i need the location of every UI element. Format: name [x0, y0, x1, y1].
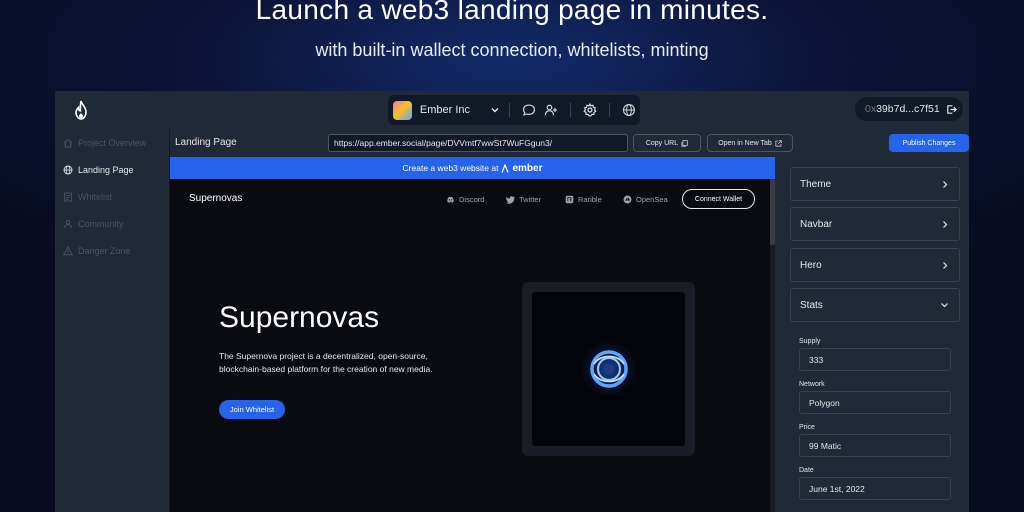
copy-url-label: Copy URL — [645, 139, 679, 147]
copy-url-button[interactable]: Copy URL — [633, 134, 701, 152]
price-label: Price — [799, 424, 815, 431]
gear-icon[interactable] — [583, 103, 597, 117]
chat-icon[interactable] — [522, 103, 536, 117]
date-field[interactable]: June 1st, 2022 — [799, 477, 951, 500]
site-link-discord[interactable]: Discord — [446, 195, 484, 204]
chevron-right-icon — [943, 181, 948, 188]
section-label: Navbar — [800, 218, 833, 230]
sidebar-item-community[interactable]: Community — [55, 210, 169, 237]
join-whitelist-button[interactable]: Join Whitelist — [219, 400, 285, 419]
sidebar-item-project-overview[interactable]: Project Overview — [55, 129, 169, 156]
page-title: Landing Page — [175, 137, 237, 148]
publish-changes-button[interactable]: Publish Changes — [889, 134, 969, 152]
nft-artwork — [532, 292, 685, 446]
section-label: Stats — [800, 299, 823, 311]
preview-scrollbar[interactable] — [770, 179, 775, 512]
sidebar: Project Overview Landing Page Whitelist … — [55, 129, 170, 512]
divider — [509, 103, 511, 117]
supply-field[interactable]: 333 — [799, 348, 951, 371]
banner-brand: ember — [512, 162, 543, 174]
chevron-right-icon — [943, 262, 948, 269]
twitter-icon — [506, 196, 515, 204]
subline: with built-in wallect connection, whitel… — [315, 40, 709, 60]
network-label: Network — [799, 381, 825, 388]
site-link-opensea[interactable]: OpenSea — [623, 195, 668, 204]
top-bar: Ember Inc 0x 39b7d...c7f51 — [55, 91, 969, 129]
scroll-thumb[interactable] — [770, 179, 775, 245]
sidebar-item-label: Landing Page — [78, 164, 134, 175]
opensea-icon — [623, 195, 632, 204]
sidebar-item-label: Danger Zone — [78, 245, 131, 256]
wallet-prefix: 0x — [865, 103, 877, 115]
site-link-label: OpenSea — [636, 195, 668, 204]
wallet-address-text: 39b7d...c7f51 — [876, 103, 940, 115]
copy-icon — [681, 139, 688, 147]
sidebar-item-danger-zone[interactable]: Danger Zone — [55, 237, 169, 264]
list-icon — [64, 192, 72, 201]
rarible-icon — [565, 195, 574, 204]
banner-text: Create a web3 website at — [402, 163, 499, 173]
section-theme[interactable]: Theme — [790, 167, 960, 201]
sidebar-item-label: Community — [78, 218, 124, 229]
home-icon — [63, 138, 73, 147]
warning-icon — [63, 245, 73, 255]
site-link-rarible[interactable]: Rarible — [565, 195, 602, 204]
page-url-field[interactable]: https://app.ember.social/page/DVVmtf7wwS… — [328, 134, 628, 152]
add-user-icon[interactable] — [544, 103, 558, 117]
ember-logo-icon — [501, 163, 510, 173]
price-field[interactable]: 99 Matic — [799, 434, 951, 457]
sidebar-item-landing-page[interactable]: Landing Page — [55, 156, 169, 183]
section-stats[interactable]: Stats — [790, 288, 960, 322]
connect-wallet-button[interactable]: Connect Wallet — [682, 189, 755, 209]
site-brand[interactable]: Supernovas — [189, 193, 242, 204]
divider — [609, 103, 611, 117]
site-link-label: Discord — [459, 195, 485, 204]
open-new-tab-label: Open in New Tab — [718, 139, 772, 147]
hero-description: The Supernova project is a decentralized… — [219, 351, 433, 374]
supernova-orb-icon — [581, 341, 637, 397]
sidebar-item-label: Whitelist — [78, 191, 113, 202]
flame-logo-icon[interactable] — [73, 100, 89, 120]
hero-title: Supernovas — [219, 301, 380, 334]
landing-page-preview: Create a web3 website at ember Supernova… — [170, 157, 775, 512]
headline: Launch a web3 landing page in minutes. — [255, 0, 769, 25]
section-label: Hero — [800, 259, 822, 271]
app-window: Ember Inc 0x 39b7d...c7f51 Project Overv… — [55, 91, 969, 512]
wallet-address[interactable]: 0x 39b7d...c7f51 — [855, 97, 963, 121]
supply-label: Supply — [799, 338, 821, 345]
external-link-icon — [775, 139, 782, 146]
site-link-twitter[interactable]: Twitter — [506, 195, 541, 204]
site-link-label: Rarible — [578, 195, 602, 204]
discord-icon — [447, 196, 454, 203]
divider — [570, 103, 572, 117]
globe-icon[interactable] — [622, 103, 636, 117]
date-label: Date — [799, 467, 814, 474]
globe-icon — [63, 165, 73, 174]
section-navbar[interactable]: Navbar — [790, 207, 960, 241]
settings-panel: Theme Navbar Hero Stats Supply 333 Netwo… — [781, 157, 969, 512]
workspace-name[interactable]: Ember Inc — [420, 104, 482, 116]
url-bar: Landing Page https://app.ember.social/pa… — [170, 129, 969, 157]
sidebar-item-whitelist[interactable]: Whitelist — [55, 183, 169, 210]
chevron-right-icon — [943, 221, 948, 228]
users-icon — [64, 219, 72, 228]
ember-banner[interactable]: Create a web3 website at ember — [170, 157, 775, 179]
sidebar-item-label: Project Overview — [78, 137, 147, 148]
site-link-label: Twitter — [519, 195, 542, 204]
nft-artwork-frame — [522, 282, 695, 456]
workspace-switcher: Ember Inc — [388, 95, 640, 125]
chevron-down-icon[interactable] — [489, 104, 501, 116]
network-field[interactable]: Polygon — [799, 391, 951, 414]
logout-icon[interactable] — [946, 104, 957, 115]
open-new-tab-button[interactable]: Open in New Tab — [707, 134, 793, 152]
workspace-avatar[interactable] — [393, 100, 412, 120]
section-label: Theme — [800, 178, 832, 190]
section-hero[interactable]: Hero — [790, 248, 960, 282]
chevron-down-icon — [941, 303, 948, 308]
